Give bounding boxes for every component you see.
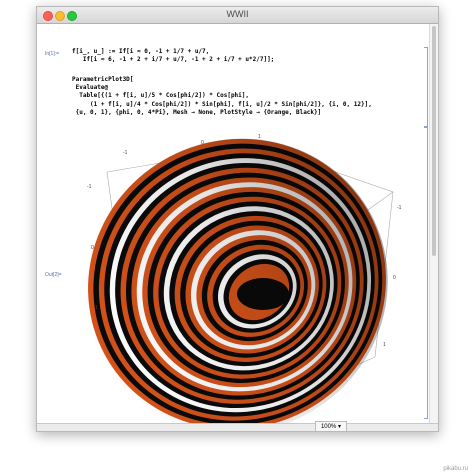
notebook-window: WWII In[1]:= f[i_, u_] := If[i ≈ 0, -1 +… — [36, 6, 439, 432]
window-title: WWII — [226, 9, 249, 19]
definition-code[interactable]: f[i_, u_] := If[i ≈ 0, -1 + 1/7 + u/7, I… — [72, 48, 274, 64]
watermark: pikabu.ru — [443, 466, 468, 472]
scroll-thumb[interactable] — [432, 26, 436, 256]
tick-label: 1 — [95, 305, 98, 311]
vertical-scrollbar[interactable] — [429, 24, 438, 424]
cell-bracket[interactable] — [424, 127, 428, 419]
notebook-document[interactable]: In[1]:= f[i_, u_] := If[i ≈ 0, -1 + 1/7 … — [37, 24, 429, 424]
zoom-value: 100% — [320, 424, 337, 430]
code-line: f[i_, u_] := If[i ≈ 0, -1 + 1/7 + u/7, — [72, 48, 210, 55]
tick-label: 0 — [201, 140, 204, 146]
code-line: {u, 0, 1}, {phi, 0, 4*Pi}, Mesh → None, … — [72, 108, 322, 116]
code-line: ParametricPlot3D[ — [72, 76, 134, 83]
tick-label: -1 — [123, 150, 128, 156]
zoom-selector[interactable]: 100% ▾ — [315, 421, 347, 431]
code-line: (1 + f[i, u]/4 * Cos[phi/2]) * Sin[phi],… — [72, 100, 372, 108]
tick-label: 0 — [393, 275, 396, 281]
title-bar[interactable]: WWII — [37, 7, 438, 24]
tick-label: -1 — [87, 184, 92, 190]
surface — [86, 138, 388, 424]
tick-label: 0 — [91, 245, 94, 251]
code-line: If[i ≈ 6, -1 + 2 + i/7 + u/7, -1 + 2 + i… — [72, 56, 275, 64]
status-bar: 100% ▾ — [37, 421, 438, 431]
surface-shading — [86, 138, 388, 424]
output-cell-label: Out[2]= — [45, 272, 62, 278]
code-line: Table[{(1 + f[i, u]/5 * Cos[phi/2]) * Co… — [72, 92, 250, 100]
chevron-down-icon: ▾ — [338, 424, 342, 430]
tick-label: 1 — [258, 134, 261, 140]
input-cell-label: In[1]:= — [45, 51, 60, 57]
tick-label: -1 — [397, 205, 402, 211]
code-line: Evaluate@ — [72, 84, 109, 92]
tick-label: 1 — [383, 342, 386, 348]
plot-code[interactable]: ParametricPlot3D[ Evaluate@ Table[{(1 + … — [72, 76, 372, 117]
cell-bracket[interactable] — [424, 47, 428, 127]
parametric-plot-3d[interactable]: -1 0 1 -1 0 1 -1 0 1 — [83, 124, 423, 424]
